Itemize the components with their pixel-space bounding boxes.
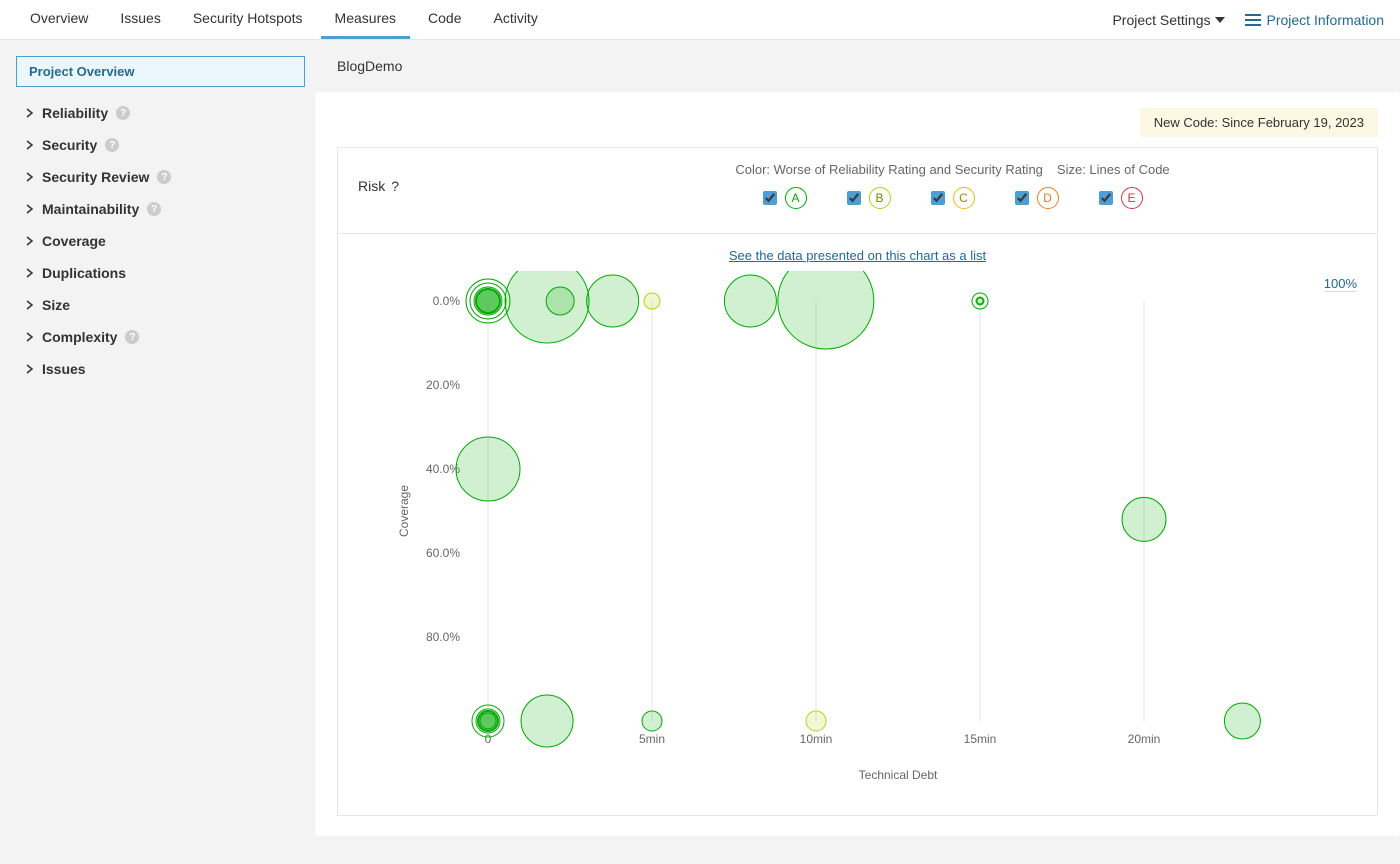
zoom-indicator[interactable]: 100% xyxy=(1324,276,1357,292)
chevron-right-icon xyxy=(26,109,34,117)
sidebar-item-label: Issues xyxy=(42,361,86,377)
risk-label: Risk ? xyxy=(358,178,548,194)
rating-badge-c: C xyxy=(953,187,975,209)
svg-text:5min: 5min xyxy=(639,732,665,746)
chevron-right-icon xyxy=(26,301,34,309)
rating-badge-e: E xyxy=(1121,187,1143,209)
chevron-right-icon xyxy=(26,173,34,181)
main-content: BlogDemo New Code: Since February 19, 20… xyxy=(315,40,1400,864)
rating-checkbox-d[interactable] xyxy=(1015,191,1029,205)
svg-text:10min: 10min xyxy=(800,732,833,746)
measures-sidebar: Project Overview Reliability?Security?Se… xyxy=(0,40,315,864)
sidebar-item-label: Complexity xyxy=(42,329,117,345)
rating-checkbox-c[interactable] xyxy=(931,191,945,205)
help-icon[interactable]: ? xyxy=(125,330,139,344)
svg-text:40.0%: 40.0% xyxy=(426,462,460,476)
project-settings-dropdown[interactable]: Project Settings xyxy=(1112,12,1224,28)
nav-tabs: OverviewIssuesSecurity HotspotsMeasuresC… xyxy=(16,0,552,39)
sidebar-item-label: Security xyxy=(42,137,97,153)
svg-text:20min: 20min xyxy=(1128,732,1161,746)
help-icon[interactable]: ? xyxy=(147,202,161,216)
rating-filter-d[interactable]: D xyxy=(1015,187,1059,209)
risk-chart-panel: Risk ? Color: Worse of Reliability Ratin… xyxy=(337,147,1378,816)
rating-badge-b: B xyxy=(869,187,891,209)
chevron-right-icon xyxy=(26,365,34,373)
chevron-right-icon xyxy=(26,333,34,341)
tab-security-hotspots[interactable]: Security Hotspots xyxy=(179,0,317,39)
rating-filter-b[interactable]: B xyxy=(847,187,891,209)
rating-filters: A B C D E xyxy=(763,187,1143,209)
chevron-right-icon xyxy=(26,237,34,245)
sidebar-item-size[interactable]: Size xyxy=(16,289,305,321)
tab-code[interactable]: Code xyxy=(414,0,475,39)
svg-text:20.0%: 20.0% xyxy=(426,378,460,392)
list-icon xyxy=(1245,14,1261,26)
sidebar-item-complexity[interactable]: Complexity? xyxy=(16,321,305,353)
rating-filter-c[interactable]: C xyxy=(931,187,975,209)
sidebar-item-security-review[interactable]: Security Review? xyxy=(16,161,305,193)
svg-text:15min: 15min xyxy=(964,732,997,746)
rating-checkbox-b[interactable] xyxy=(847,191,861,205)
rating-checkbox-a[interactable] xyxy=(763,191,777,205)
sidebar-item-label: Reliability xyxy=(42,105,108,121)
sidebar-item-label: Duplications xyxy=(42,265,126,281)
sidebar-item-label: Security Review xyxy=(42,169,149,185)
tab-measures[interactable]: Measures xyxy=(321,0,410,39)
new-code-banner: New Code: Since February 19, 2023 xyxy=(1140,108,1378,137)
sidebar-item-coverage[interactable]: Coverage xyxy=(16,225,305,257)
project-settings-label: Project Settings xyxy=(1112,12,1210,28)
chevron-right-icon xyxy=(26,205,34,213)
help-icon[interactable]: ? xyxy=(391,178,399,194)
svg-text:0.0%: 0.0% xyxy=(433,294,461,308)
rating-badge-d: D xyxy=(1037,187,1059,209)
rating-badge-a: A xyxy=(785,187,807,209)
sidebar-item-label: Size xyxy=(42,297,70,313)
svg-text:Coverage: Coverage xyxy=(397,485,411,537)
help-icon[interactable]: ? xyxy=(157,170,171,184)
legend-text: Color: Worse of Reliability Rating and S… xyxy=(735,162,1169,177)
rating-checkbox-e[interactable] xyxy=(1099,191,1113,205)
sidebar-item-security[interactable]: Security? xyxy=(16,129,305,161)
sidebar-item-duplications[interactable]: Duplications xyxy=(16,257,305,289)
project-information-link[interactable]: Project Information xyxy=(1245,12,1385,28)
sidebar-item-label: Coverage xyxy=(42,233,106,249)
nav-tabs-bar: OverviewIssuesSecurity HotspotsMeasuresC… xyxy=(0,0,1400,40)
tab-overview[interactable]: Overview xyxy=(16,0,102,39)
rating-filter-e[interactable]: E xyxy=(1099,187,1143,209)
chevron-right-icon xyxy=(26,141,34,149)
see-data-as-list-link[interactable]: See the data presented on this chart as … xyxy=(358,248,1357,263)
svg-text:60.0%: 60.0% xyxy=(426,546,460,560)
sidebar-item-project-overview[interactable]: Project Overview xyxy=(16,56,305,87)
project-info-label: Project Information xyxy=(1267,12,1385,28)
svg-text:80.0%: 80.0% xyxy=(426,630,460,644)
sidebar-item-issues[interactable]: Issues xyxy=(16,353,305,385)
tab-issues[interactable]: Issues xyxy=(106,0,174,39)
rating-filter-a[interactable]: A xyxy=(763,187,807,209)
sidebar-item-label: Maintainability xyxy=(42,201,139,217)
sidebar-item-label: Project Overview xyxy=(29,64,135,79)
risk-bubble-chart[interactable]: 05min10min15min20min0.0%20.0%40.0%60.0%8… xyxy=(358,271,1338,791)
help-icon[interactable]: ? xyxy=(105,138,119,152)
tab-activity[interactable]: Activity xyxy=(479,0,551,39)
sidebar-item-maintainability[interactable]: Maintainability? xyxy=(16,193,305,225)
caret-down-icon xyxy=(1215,17,1225,23)
chevron-right-icon xyxy=(26,269,34,277)
breadcrumb[interactable]: BlogDemo xyxy=(315,40,1400,92)
help-icon[interactable]: ? xyxy=(116,106,130,120)
svg-text:Technical Debt: Technical Debt xyxy=(859,768,938,782)
breadcrumb-item: BlogDemo xyxy=(337,58,402,74)
sidebar-item-reliability[interactable]: Reliability? xyxy=(16,97,305,129)
